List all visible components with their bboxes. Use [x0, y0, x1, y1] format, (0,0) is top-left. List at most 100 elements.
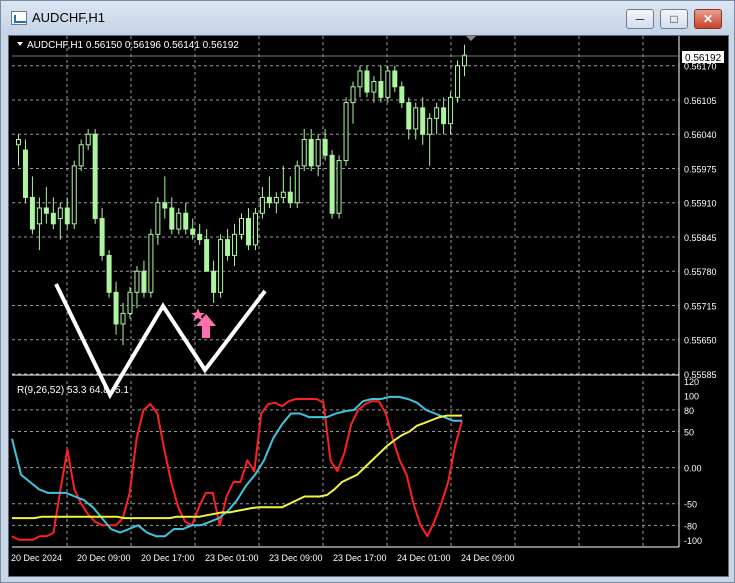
candle-body — [245, 218, 251, 246]
candle-body — [287, 191, 293, 204]
candle-body — [252, 212, 258, 246]
time-axis-label: 23 Dec 17:00 — [333, 553, 387, 563]
candle-body — [50, 212, 56, 225]
w-pattern-line — [54, 283, 267, 400]
indicator-axis-label: -50 — [684, 500, 697, 510]
shift-marker-icon — [466, 36, 476, 41]
time-axis-label: 23 Dec 01:00 — [205, 553, 259, 563]
candle-body — [176, 212, 182, 230]
indicator-line-cyan — [11, 395, 462, 538]
candle-body — [462, 54, 468, 67]
indicator-axis-label: 120 — [684, 377, 699, 387]
candle-body — [413, 107, 419, 130]
time-axis-label: 20 Dec 2024 — [11, 553, 62, 563]
candle-body — [364, 70, 370, 93]
chart-area[interactable]: 0.56170 0.56105 0.56040 0.55975 0.55910 0.558… — [8, 35, 729, 577]
candle-body — [92, 133, 98, 220]
candle-body — [99, 218, 105, 256]
candle-body — [183, 212, 189, 230]
candle-body — [315, 138, 321, 167]
candle-body — [127, 291, 133, 314]
candlesticks — [15, 44, 468, 346]
candle-body — [301, 138, 307, 167]
candle-body — [22, 149, 28, 198]
candle-body — [239, 218, 244, 235]
candle-body — [308, 138, 314, 167]
indicator-line-red — [11, 398, 463, 541]
candle-body — [43, 207, 49, 214]
candle-body — [343, 102, 349, 162]
candle-body — [357, 70, 363, 88]
candle-body — [441, 107, 447, 125]
indicator-axis-label: 0.00 — [684, 464, 702, 474]
candle-body — [259, 196, 265, 214]
price-axis-label: 0.55650 — [684, 336, 717, 346]
indicator-axis-label: 80 — [684, 406, 694, 416]
maximize-button[interactable]: □ — [660, 9, 688, 29]
candle-body — [155, 202, 161, 235]
candle-body — [336, 160, 342, 214]
candle-body — [273, 196, 279, 204]
indicator-panel — [11, 395, 463, 541]
candle-body — [406, 102, 412, 130]
price-axis-label: 0.56040 — [684, 130, 717, 140]
time-axis-label: 24 Dec 01:00 — [397, 553, 451, 563]
price-chart[interactable]: 0.561700.561050.560400.559750.559100.558… — [9, 36, 730, 578]
candle-body — [57, 207, 63, 220]
candle-body — [399, 86, 405, 104]
indicator-axis-label: -100 — [684, 536, 702, 546]
price-axis-label: 0.55780 — [684, 267, 717, 277]
pattern-overlay — [54, 283, 267, 400]
price-axis-label: 0.55845 — [684, 233, 717, 243]
close-button[interactable]: ✕ — [694, 9, 722, 29]
window-title: AUDCHF,H1 — [32, 10, 105, 25]
candle-body — [350, 86, 356, 104]
candle-body — [329, 154, 335, 214]
header-dropdown-icon — [17, 42, 23, 46]
window-titlebar[interactable]: AUDCHF,H1 ─ □ ✕ — [1, 1, 734, 35]
candle-body — [162, 202, 168, 209]
price-axis-label: 0.56105 — [684, 96, 717, 106]
minimize-button[interactable]: ─ — [626, 9, 654, 29]
candle-body — [448, 96, 454, 125]
candle-body — [232, 233, 238, 256]
candle-body — [141, 270, 147, 293]
candle-body — [392, 70, 398, 88]
candle-body — [427, 117, 433, 135]
candle-body — [204, 239, 210, 272]
candle-body — [71, 165, 77, 225]
candle-body — [148, 233, 154, 293]
candle-body — [113, 291, 119, 325]
candle-body — [78, 144, 84, 167]
indicator-axis-label: -80 — [684, 521, 697, 531]
current-price-label: 0.56192 — [685, 53, 722, 64]
candle-body — [211, 270, 217, 293]
candle-body — [15, 138, 21, 146]
candle-body — [197, 233, 203, 241]
price-axis-label: 0.55910 — [684, 199, 717, 209]
terminal-window: AUDCHF,H1 ─ □ ✕ 0.56170 0.56105 0.56040 0.5… — [0, 0, 735, 583]
candle-body — [29, 196, 35, 230]
candle-body — [385, 70, 391, 98]
candle-body — [322, 138, 328, 156]
candle-body — [218, 239, 224, 293]
candle-body — [169, 207, 175, 230]
indicator-axis-label: 100 — [684, 391, 699, 401]
candle-body — [378, 81, 384, 98]
indicator-line-yellow — [12, 414, 462, 520]
candle-body — [36, 207, 42, 225]
indicator-label: R(9,26,52) 53.3 64.8 — [17, 385, 109, 396]
minimize-icon: ─ — [635, 12, 645, 26]
chart-window-icon — [11, 11, 27, 25]
candle-body — [434, 107, 440, 119]
candle-body — [190, 228, 196, 235]
candle-body — [85, 133, 91, 146]
candle-body — [420, 107, 426, 135]
candle-body — [225, 239, 231, 256]
time-axis-label: 23 Dec 09:00 — [269, 553, 323, 563]
time-axis-label: 20 Dec 17:00 — [141, 553, 195, 563]
candle-body — [134, 270, 140, 293]
price-axis-label: 0.55715 — [684, 301, 717, 311]
time-axis-label: 20 Dec 09:00 — [77, 553, 131, 563]
time-axis-label: 24 Dec 09:00 — [461, 553, 515, 563]
